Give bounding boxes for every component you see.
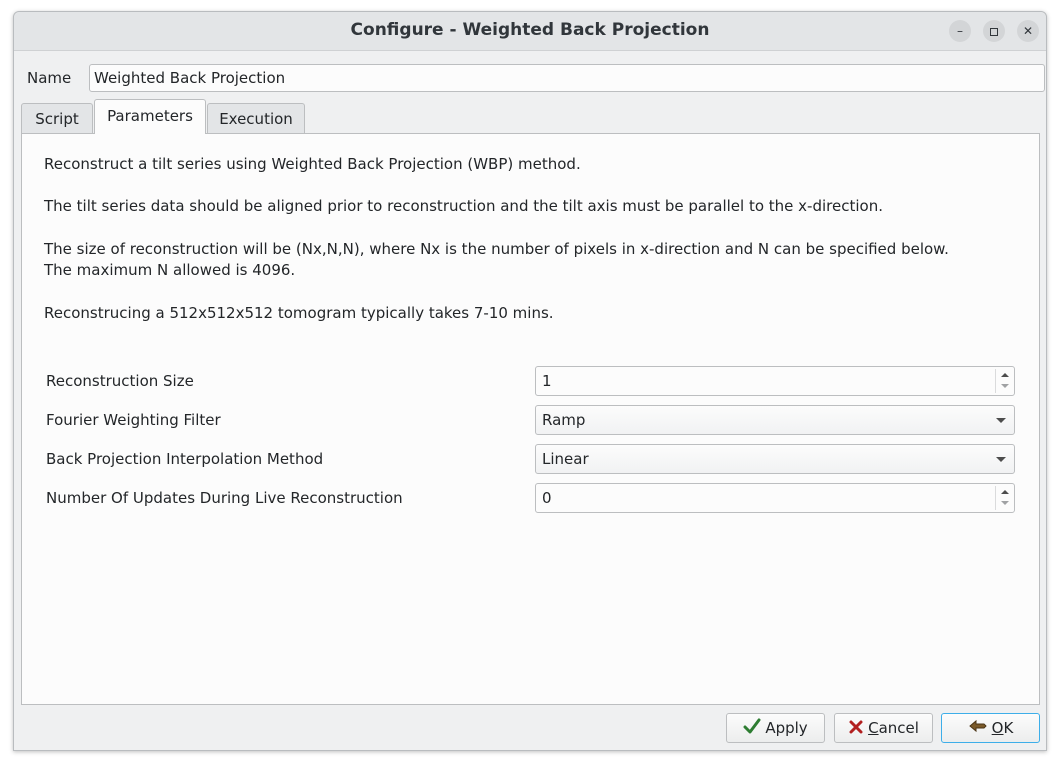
- dialog-window: Configure - Weighted Back Projection – ✕…: [13, 11, 1047, 751]
- ok-hand-icon: [968, 719, 987, 733]
- cancel-mnemonic: C: [868, 719, 879, 737]
- interpolation-value: Linear: [542, 450, 589, 468]
- minimize-button[interactable]: –: [949, 20, 971, 42]
- maximize-button[interactable]: [983, 20, 1005, 42]
- parameters-panel: Reconstruct a tilt series using Weighted…: [21, 133, 1040, 705]
- chevron-down-icon: [996, 457, 1006, 462]
- spin-down-icon[interactable]: [1001, 501, 1009, 505]
- name-label: Name: [27, 69, 72, 87]
- live-updates-spinbox[interactable]: 0: [535, 483, 1015, 513]
- spin-down-icon[interactable]: [1001, 384, 1009, 388]
- description-line-2: The tilt series data should be aligned p…: [44, 197, 883, 215]
- tab-parameters[interactable]: Parameters: [94, 99, 206, 134]
- ok-button[interactable]: OK: [941, 713, 1040, 743]
- check-icon: [743, 718, 761, 734]
- window-title: Configure - Weighted Back Projection: [350, 20, 710, 40]
- interpolation-label: Back Projection Interpolation Method: [46, 450, 324, 468]
- minimize-icon: –: [957, 24, 963, 38]
- description-line-1: Reconstruct a tilt series using Weighted…: [44, 155, 581, 173]
- cancel-button[interactable]: Cancel: [834, 713, 933, 743]
- fourier-filter-value: Ramp: [542, 411, 586, 429]
- fourier-filter-label: Fourier Weighting Filter: [46, 411, 221, 429]
- cancel-label-rest: ancel: [878, 719, 919, 737]
- reconstruction-size-spinbox[interactable]: 1: [535, 366, 1015, 396]
- tab-execution[interactable]: Execution: [207, 103, 305, 133]
- maximize-icon: [990, 28, 998, 36]
- spin-up-icon[interactable]: [1001, 490, 1009, 494]
- close-icon: ✕: [1022, 24, 1034, 38]
- chevron-down-icon: [996, 418, 1006, 423]
- cross-icon: [849, 720, 863, 734]
- live-updates-label: Number Of Updates During Live Reconstruc…: [46, 489, 403, 507]
- tab-script[interactable]: Script: [21, 103, 93, 133]
- live-updates-value: 0: [542, 489, 552, 507]
- ok-label-rest: K: [1003, 719, 1014, 737]
- interpolation-dropdown[interactable]: Linear: [535, 444, 1015, 474]
- description-line-5: Reconstrucing a 512x512x512 tomogram typ…: [44, 304, 554, 322]
- description-line-4: The maximum N allowed is 4096.: [44, 261, 296, 279]
- apply-label: Apply: [765, 719, 808, 737]
- apply-button[interactable]: Apply: [726, 713, 825, 743]
- close-button[interactable]: ✕: [1017, 20, 1039, 42]
- spin-up-icon[interactable]: [1001, 373, 1009, 377]
- reconstruction-size-label: Reconstruction Size: [46, 372, 194, 390]
- ok-mnemonic: O: [991, 719, 1004, 737]
- title-bar[interactable]: Configure - Weighted Back Projection – ✕: [14, 12, 1046, 51]
- description-line-3: The size of reconstruction will be (Nx,N…: [44, 240, 949, 258]
- name-input[interactable]: [89, 64, 1045, 92]
- reconstruction-size-value: 1: [542, 372, 552, 390]
- fourier-filter-dropdown[interactable]: Ramp: [535, 405, 1015, 435]
